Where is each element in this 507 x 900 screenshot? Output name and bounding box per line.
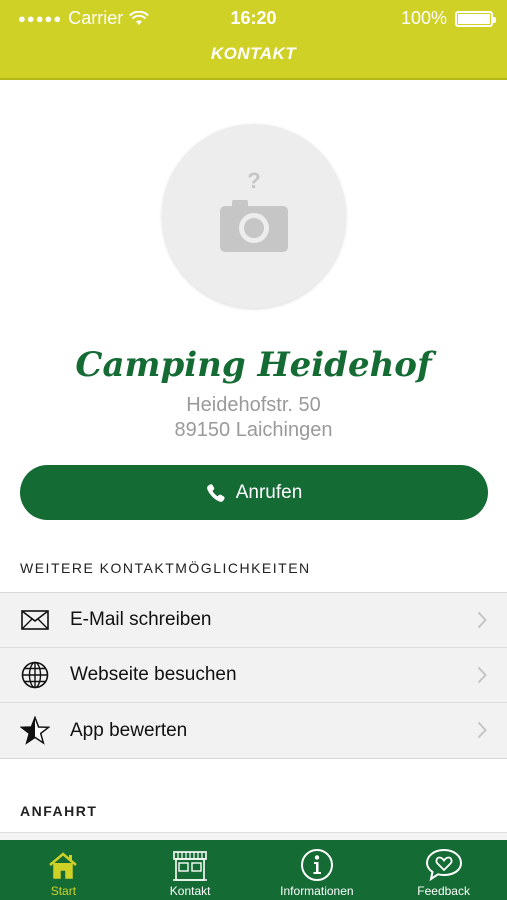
contact-option-label: E-Mail schreiben: [70, 609, 212, 630]
tab-kontakt[interactable]: Kontakt: [127, 840, 254, 900]
contact-option-website[interactable]: Webseite besuchen: [0, 648, 507, 703]
battery-percent: 100%: [400, 8, 447, 28]
camera-question-icon: ?: [220, 168, 288, 252]
envelope-icon: [0, 593, 70, 647]
globe-icon: [0, 648, 70, 702]
heart-speech-icon: [425, 848, 462, 882]
tab-label: Feedback: [417, 884, 470, 898]
call-button[interactable]: Anrufen: [20, 465, 488, 520]
tab-label: Informationen: [280, 884, 354, 898]
info-icon: [300, 849, 333, 881]
battery-icon: [455, 10, 496, 27]
tab-informationen[interactable]: Informationen: [254, 840, 381, 900]
address-city: 89150 Laichingen: [174, 419, 333, 441]
contact-option-email[interactable]: E-Mail schreiben: [0, 593, 507, 648]
tab-bar: Start Kontakt Informationen Feedback: [0, 840, 507, 900]
contact-option-label: Webseite besuchen: [70, 664, 237, 685]
tab-label: Kontakt: [169, 884, 211, 898]
tab-label: Start: [50, 884, 77, 898]
chevron-right-icon: [477, 611, 487, 629]
contact-option-label: App bewerten: [70, 719, 188, 741]
chevron-right-icon: [477, 666, 487, 684]
status-bar: ●●●●● Carrier 16:20 100%: [0, 8, 507, 32]
profile-photo-placeholder: ?: [162, 124, 346, 308]
phone-icon: [206, 483, 225, 502]
call-button-label: Anrufen: [235, 481, 303, 503]
top-bar: ●●●●● Carrier 16:20 100% KONTAKT: [0, 0, 507, 80]
section-header-more-contact: WEITERE KONTAKTMÖGLICHKEITEN: [20, 560, 311, 576]
section-divider: [0, 832, 507, 840]
contact-options-list: E-Mail schreiben Webseite besuchen App b…: [0, 592, 507, 759]
page-title: KONTAKT: [210, 44, 297, 63]
status-right: 100%: [400, 8, 496, 29]
tab-start[interactable]: Start: [0, 840, 127, 900]
home-icon: [49, 852, 78, 879]
address-street: Heidehofstr. 50: [186, 394, 321, 416]
storefront-icon: [173, 851, 208, 881]
section-header-directions: ANFAHRT: [20, 803, 98, 819]
star-icon: [0, 703, 70, 758]
chevron-right-icon: [477, 721, 487, 739]
tab-feedback[interactable]: Feedback: [380, 840, 507, 900]
contact-option-rate-app[interactable]: App bewerten: [0, 703, 507, 758]
business-name: Camping Heidehof: [75, 345, 432, 385]
svg-text:?: ?: [247, 168, 260, 193]
